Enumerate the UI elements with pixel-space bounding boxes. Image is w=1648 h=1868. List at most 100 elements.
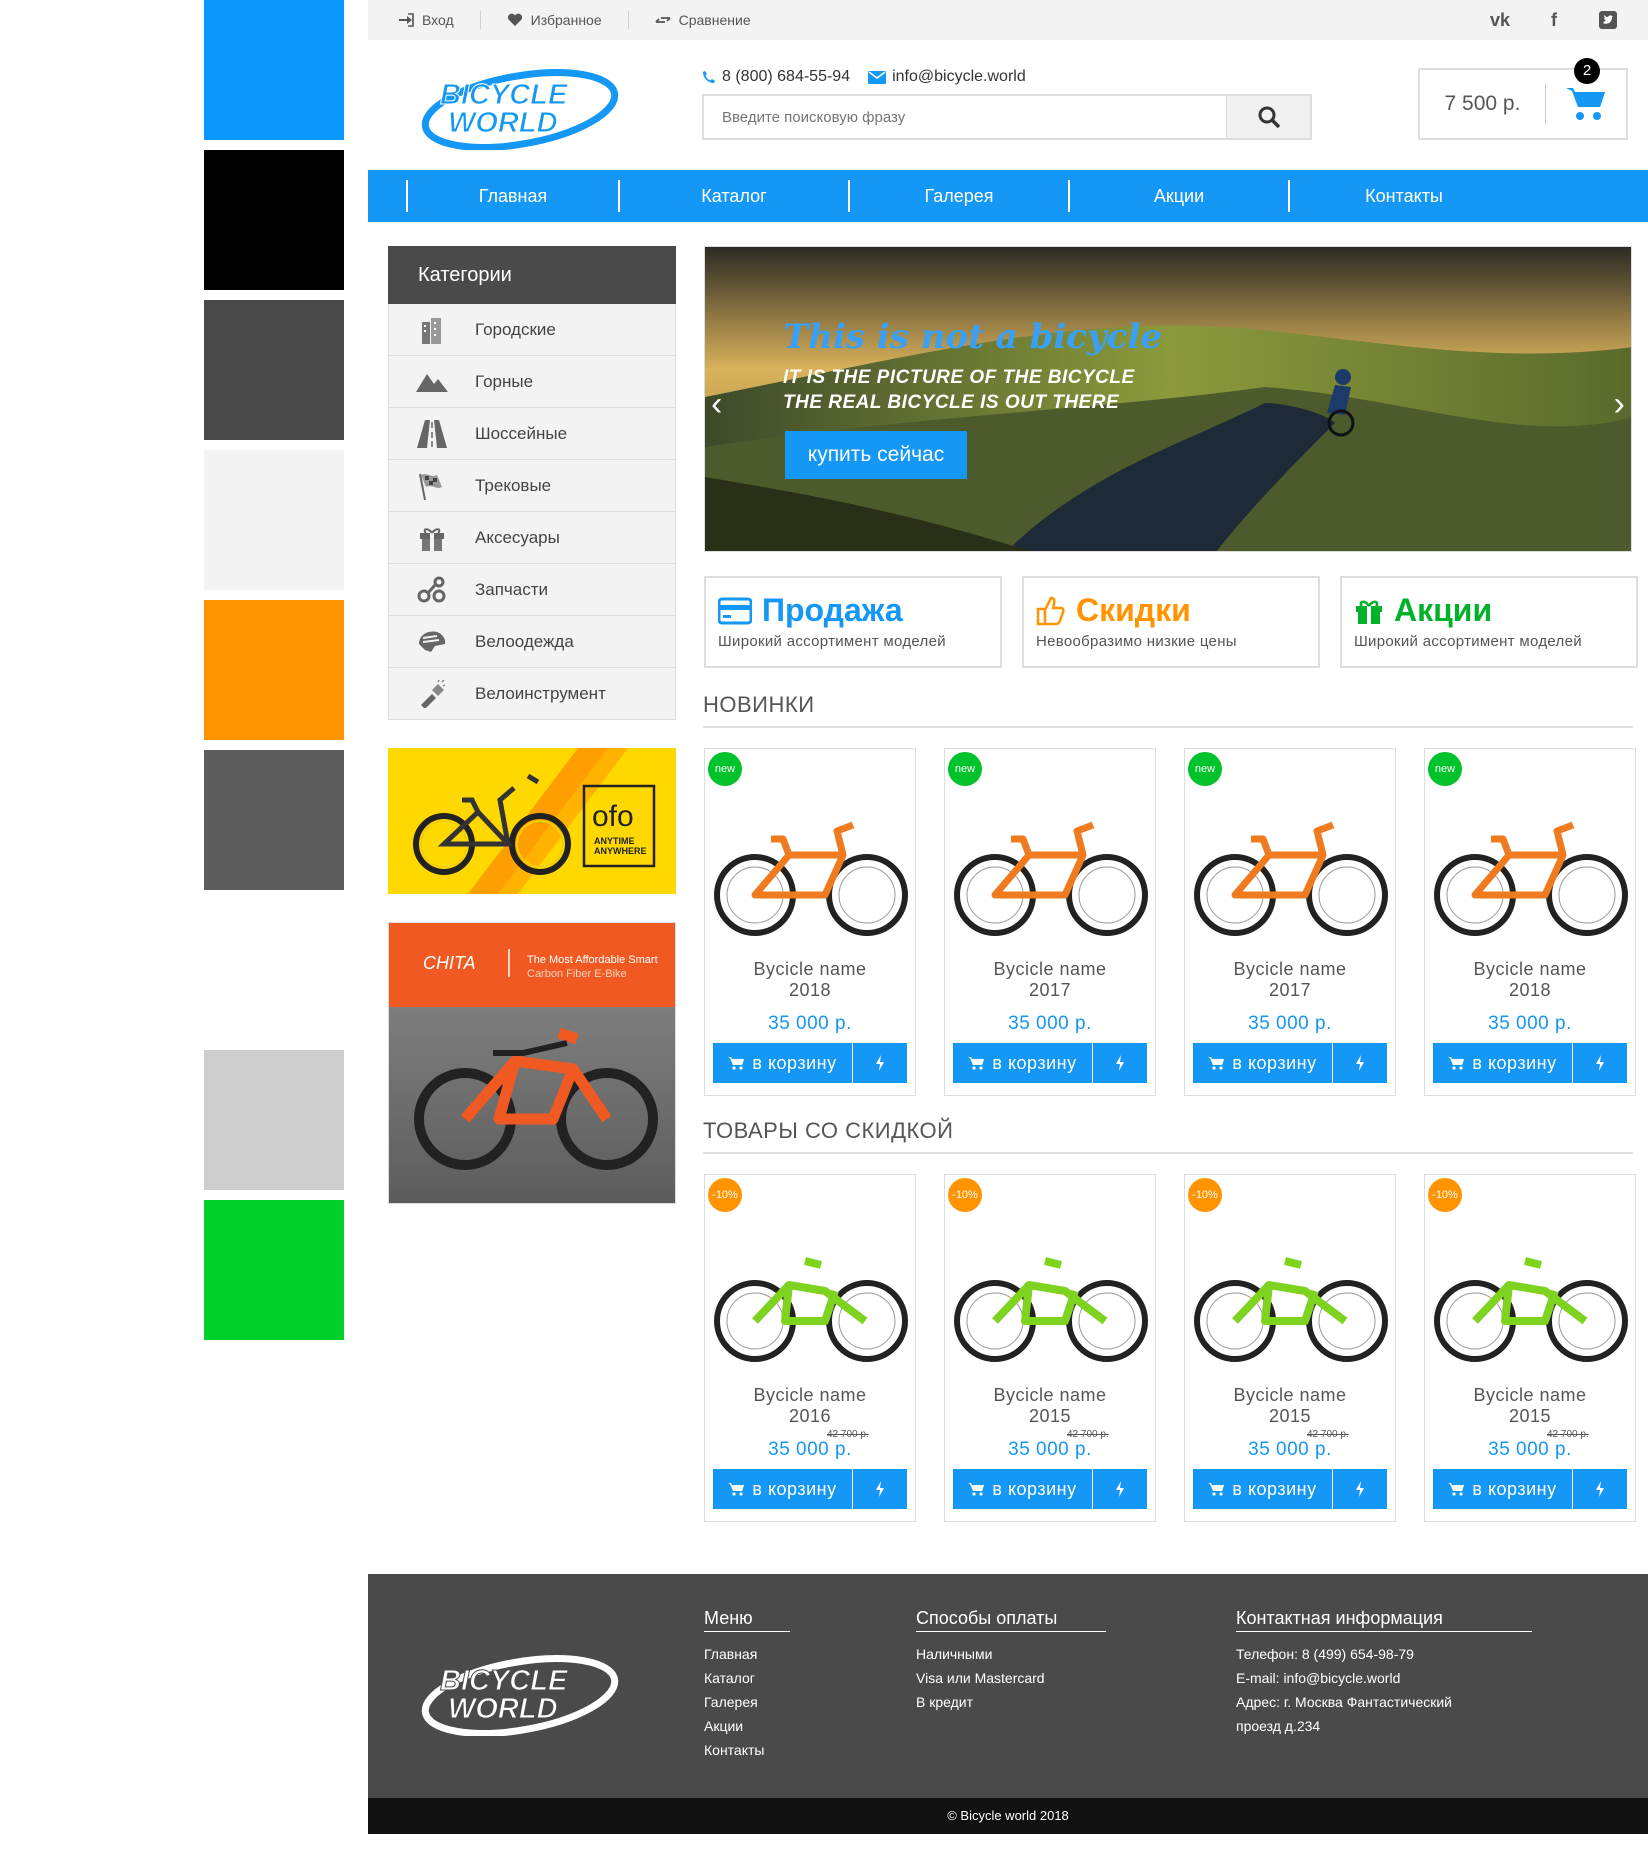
- product-card[interactable]: new Bycicle name 2017 35 000 р. в корзину: [1184, 748, 1396, 1096]
- product-card[interactable]: new Bycicle name 2018 35 000 р. в корзину: [704, 748, 916, 1096]
- palette-swatch-silver: [204, 1050, 344, 1190]
- nav-home[interactable]: Главная: [406, 180, 618, 212]
- lightning-icon: [1356, 1055, 1364, 1071]
- feature-sale[interactable]: Продажа Широкий ассортимент моделей: [704, 576, 1002, 668]
- feature-title: Акции: [1394, 592, 1493, 628]
- product-card[interactable]: -10% Bycicle name 2016 42 700 р. 35 000 р. в …: [704, 1174, 916, 1522]
- footer: BICYCLE WORLD Меню Главная Каталог Галер…: [368, 1574, 1648, 1798]
- cart-widget[interactable]: 7 500 р. 2: [1418, 58, 1628, 140]
- footer-link[interactable]: Главная: [704, 1642, 790, 1666]
- add-to-cart-button[interactable]: в корзину: [953, 1469, 1093, 1509]
- footer-link[interactable]: Контакты: [704, 1738, 790, 1762]
- nav-promotions[interactable]: Акции: [1068, 180, 1288, 212]
- bike-image[interactable]: [949, 1225, 1153, 1365]
- new-badge: new: [948, 752, 982, 786]
- quick-buy-button[interactable]: [853, 1469, 907, 1509]
- login-link[interactable]: Вход: [398, 11, 481, 29]
- product-card[interactable]: -10% Bycicle name 2015 42 700 р. 35 000 р. в …: [944, 1174, 1156, 1522]
- slider-next-arrow[interactable]: ›: [1614, 385, 1625, 424]
- category-clothing[interactable]: Велоодежда: [388, 616, 676, 668]
- quick-buy-button[interactable]: [1093, 1469, 1147, 1509]
- bike-image[interactable]: [709, 1225, 913, 1365]
- add-to-cart-button[interactable]: в корзину: [1433, 1043, 1573, 1083]
- category-mountain[interactable]: Горные: [388, 356, 676, 408]
- gift-icon: [1356, 600, 1382, 624]
- category-label: Городские: [475, 319, 556, 339]
- add-to-cart-button[interactable]: в корзину: [713, 1043, 853, 1083]
- product-name[interactable]: Bycicle name 2017: [1185, 959, 1395, 1001]
- bike-image[interactable]: [709, 799, 913, 939]
- footer-link[interactable]: Акции: [704, 1714, 790, 1738]
- discount-badge: -10%: [1188, 1178, 1222, 1212]
- add-to-cart-button[interactable]: в корзину: [1433, 1469, 1573, 1509]
- quick-buy-button[interactable]: [1093, 1043, 1147, 1083]
- add-to-cart-button[interactable]: в корзину: [1193, 1043, 1333, 1083]
- category-accessories[interactable]: Аксесуары: [388, 512, 676, 564]
- product-name[interactable]: Bycicle name 2018: [705, 959, 915, 1001]
- product-card[interactable]: -10% Bycicle name 2015 42 700 р. 35 000 р. в …: [1424, 1174, 1636, 1522]
- payment-method: Наличными: [916, 1646, 993, 1662]
- product-card[interactable]: new Bycicle name 2018 35 000 р. в корзину: [1424, 748, 1636, 1096]
- product-price: 35 000 р.: [1008, 1013, 1092, 1034]
- product-name[interactable]: Bycicle name 2015: [1185, 1385, 1395, 1427]
- product-card[interactable]: new Bycicle name 2017 35 000 р. в корзину: [944, 748, 1156, 1096]
- logo[interactable]: BICYCLE WORLD: [420, 66, 625, 150]
- chita-banner[interactable]: CHITA The Most Affordable Smart Carbon F…: [388, 922, 676, 1204]
- cart-button[interactable]: 2: [1546, 58, 1626, 122]
- footer-link[interactable]: Каталог: [704, 1666, 790, 1690]
- search-input[interactable]: [704, 96, 1226, 138]
- product-name-text: Bycicle name: [993, 1385, 1107, 1405]
- email-contact[interactable]: info@bicycle.world: [868, 68, 1026, 86]
- bike-image[interactable]: [1189, 1225, 1393, 1365]
- facebook-icon[interactable]: f: [1542, 8, 1566, 32]
- lightning-icon: [1596, 1481, 1604, 1497]
- buy-now-button[interactable]: купить сейчас: [785, 431, 967, 479]
- bike-image[interactable]: [1429, 1225, 1633, 1365]
- add-to-cart-button[interactable]: в корзину: [713, 1469, 853, 1509]
- footer-logo[interactable]: BICYCLE WORLD: [420, 1652, 625, 1736]
- product-name[interactable]: Bycicle name 2015: [945, 1385, 1155, 1427]
- category-city[interactable]: Городские: [388, 304, 676, 356]
- quick-buy-button[interactable]: [853, 1043, 907, 1083]
- contact-line: Адрес: г. Москва Фантастический: [1236, 1694, 1453, 1710]
- compare-link[interactable]: Сравнение: [629, 11, 777, 29]
- bike-image[interactable]: [1429, 799, 1633, 939]
- slider-prev-arrow[interactable]: ‹: [711, 385, 722, 424]
- vk-icon[interactable]: vk: [1488, 8, 1512, 32]
- product-year: 2015: [1028, 1406, 1072, 1426]
- product-name[interactable]: Bycicle name 2015: [1425, 1385, 1635, 1427]
- bike-image[interactable]: [1189, 799, 1393, 939]
- category-tools[interactable]: Велоинструмент: [388, 668, 676, 720]
- footer-link[interactable]: Галерея: [704, 1690, 790, 1714]
- add-to-cart-button[interactable]: в корзину: [1193, 1469, 1333, 1509]
- bike-image[interactable]: [949, 799, 1153, 939]
- product-card[interactable]: -10% Bycicle name 2015 42 700 р. 35 000 р. в …: [1184, 1174, 1396, 1522]
- nav-gallery[interactable]: Галерея: [848, 180, 1068, 212]
- quick-buy-button[interactable]: [1333, 1469, 1387, 1509]
- nav-contacts[interactable]: Контакты: [1288, 180, 1518, 212]
- category-parts[interactable]: Запчасти: [388, 564, 676, 616]
- twitter-icon[interactable]: [1596, 8, 1620, 32]
- new-products-heading: НОВИНКИ: [703, 692, 1633, 728]
- product-name[interactable]: Bycicle name 2017: [945, 959, 1155, 1001]
- feature-promotions[interactable]: Акции Широкий ассортимент моделей: [1340, 576, 1638, 668]
- product-name[interactable]: Bycicle name 2018: [1425, 959, 1635, 1001]
- product-name[interactable]: Bycicle name 2016: [705, 1385, 915, 1427]
- search-button[interactable]: [1226, 96, 1310, 138]
- thumbs-up-icon: [1036, 596, 1065, 625]
- feature-discounts[interactable]: Скидки Невообразимо низкие цены: [1022, 576, 1320, 668]
- slide-title: This is not a bicycle: [783, 317, 1163, 357]
- quick-buy-button[interactable]: [1573, 1043, 1627, 1083]
- nav-catalog[interactable]: Каталог: [618, 180, 848, 212]
- quick-buy-button[interactable]: [1333, 1043, 1387, 1083]
- category-road[interactable]: Шоссейные: [388, 408, 676, 460]
- add-to-cart-button[interactable]: в корзину: [953, 1043, 1093, 1083]
- ofo-banner[interactable]: ofo ANYTIME ANYWHERE: [388, 748, 676, 894]
- product-year: 2015: [1508, 1406, 1552, 1426]
- phone-contact[interactable]: 8 (800) 684-55-94: [702, 68, 850, 86]
- header-contacts: 8 (800) 684-55-94 info@bicycle.world: [702, 68, 1026, 86]
- quick-buy-button[interactable]: [1573, 1469, 1627, 1509]
- add-to-cart-group: в корзину: [953, 1469, 1147, 1509]
- favorites-link[interactable]: Избранное: [481, 11, 629, 29]
- category-track[interactable]: Трековые: [388, 460, 676, 512]
